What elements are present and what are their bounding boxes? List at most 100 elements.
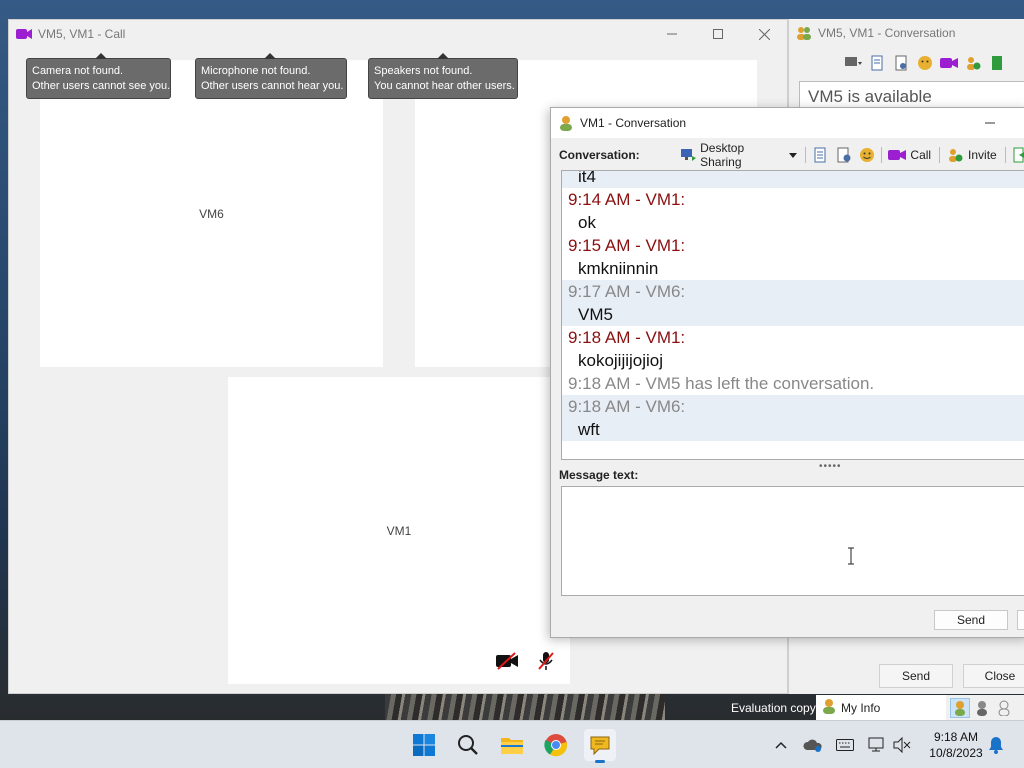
my-info-label: My Info: [841, 700, 881, 715]
file-info-icon[interactable]: [835, 146, 852, 164]
text-cursor-icon: [847, 547, 855, 565]
close-button[interactable]: [741, 20, 787, 48]
toolbar-separator: [1004, 147, 1006, 163]
busy-status-icon[interactable]: [972, 698, 992, 718]
leave-icon[interactable]: [988, 54, 1006, 72]
invite-icon[interactable]: [964, 54, 982, 72]
pane-splitter[interactable]: •••••: [819, 461, 842, 472]
video-call-icon: [888, 146, 907, 164]
chat-message-header: 9:18 AM - VM1:: [568, 328, 686, 347]
onedrive-icon[interactable]: [802, 735, 824, 755]
chrome-button[interactable]: [540, 729, 572, 761]
chat-message-header: 9:17 AM - VM6:: [562, 280, 1024, 303]
chat-message-text: kokojijijojioj: [578, 351, 664, 370]
chat-message-text: VM5: [562, 303, 1024, 326]
screen-share-icon[interactable]: [844, 54, 862, 72]
tooltip-line: You cannot hear other users.: [374, 80, 515, 92]
file-explorer-button[interactable]: [496, 729, 528, 761]
conversation-label: Conversation:: [559, 148, 640, 162]
tooltip-line: Camera not found.: [32, 65, 124, 77]
conversation-minimize-button[interactable]: [975, 108, 1005, 138]
send-button[interactable]: Send: [934, 610, 1008, 630]
chat-history[interactable]: it4 9:14 AM - VM1: ok 9:15 AM - VM1: kmk…: [561, 170, 1024, 460]
message-text-label: Message text:: [559, 468, 639, 482]
microphone-off-icon[interactable]: [533, 650, 559, 672]
chevron-down-icon: [788, 148, 797, 162]
chat-message-text: ok: [578, 213, 596, 232]
chat-message-text: wft: [562, 418, 1024, 441]
leave-conversation-icon[interactable]: [1012, 146, 1024, 164]
camera-off-icon[interactable]: [494, 650, 520, 672]
desktop-sharing-dropdown[interactable]: Desktop Sharing: [679, 141, 797, 169]
video-call-icon[interactable]: [940, 54, 958, 72]
chevron-up-icon[interactable]: [772, 735, 790, 755]
toolbar-separator: [804, 147, 806, 163]
evaluation-copy-label: Evaluation copy: [731, 701, 816, 715]
document-icon[interactable]: [868, 54, 886, 72]
desktop-wallpaper: [385, 694, 665, 720]
my-info-icon: [822, 698, 836, 717]
emoticon-icon[interactable]: [858, 146, 875, 164]
minimize-button[interactable]: [649, 20, 695, 48]
messenger-app-button[interactable]: [584, 729, 616, 763]
group-conversation-titlebar[interactable]: VM5, VM1 - Conversation: [789, 19, 1024, 47]
invite-label: Invite: [968, 148, 997, 162]
tooltip-line: Other users cannot hear you.: [201, 80, 344, 92]
taskbar: 9:18 AM 10/8/2023: [0, 720, 1024, 768]
call-button[interactable]: Call: [888, 146, 931, 164]
chat-message-header: 9:14 AM - VM1:: [568, 190, 686, 209]
video-camera-icon: [16, 26, 32, 42]
conversation-title: VM1 - Conversation: [580, 116, 687, 130]
system-clock[interactable]: 9:18 AM 10/8/2023: [925, 729, 987, 761]
clock-time: 9:18 AM: [933, 730, 979, 744]
tile-label: VM1: [386, 523, 412, 538]
chat-system-message: 9:18 AM - VM5 has left the conversation.: [568, 374, 875, 393]
keyboard-icon[interactable]: [834, 735, 856, 755]
group-send-button[interactable]: Send: [879, 664, 953, 688]
maximize-button[interactable]: [695, 20, 741, 48]
notification-bell-icon[interactable]: [986, 735, 1006, 755]
desktop-sharing-label: Desktop Sharing: [700, 141, 745, 169]
tooltip-line: Speakers not found.: [374, 65, 473, 77]
clock-date: 10/8/2023: [929, 746, 983, 760]
group-conversation-toolbar: [844, 54, 1006, 72]
start-button[interactable]: [408, 729, 440, 761]
call-label: Call: [910, 148, 932, 162]
invite-icon: [946, 146, 964, 164]
tile-label: VM6: [199, 206, 224, 221]
toolbar-separator: [881, 147, 883, 163]
network-icon[interactable]: [866, 735, 888, 755]
invite-button[interactable]: Invite: [946, 146, 997, 164]
call-window-title: VM5, VM1 - Call: [38, 27, 126, 41]
camera-warning-tooltip: Camera not found. Other users cannot see…: [26, 53, 171, 99]
file-info-icon[interactable]: [892, 54, 910, 72]
speakers-warning-tooltip: Speakers not found. You cannot hear othe…: [368, 53, 518, 99]
message-input[interactable]: [561, 486, 1024, 596]
chat-message-text: kmkniinnin: [578, 259, 659, 278]
chat-message-header: 9:15 AM - VM1:: [568, 236, 686, 255]
secondary-button[interactable]: [1017, 610, 1024, 630]
offline-status-icon[interactable]: [994, 698, 1014, 718]
video-tile-vm1: VM1: [228, 377, 570, 684]
available-status-icon[interactable]: [950, 697, 970, 718]
conversation-toolbar: Conversation: Desktop Sharing Call Invit…: [559, 141, 1024, 169]
chat-message-text: it4: [562, 171, 1024, 188]
user-icon: [558, 115, 574, 131]
group-close-button[interactable]: Close: [963, 664, 1024, 688]
volume-muted-icon[interactable]: [892, 735, 912, 755]
tooltip-line: Microphone not found.: [201, 65, 311, 77]
desktop-sharing-icon: [679, 146, 696, 164]
toolbar-separator: [939, 147, 941, 163]
microphone-warning-tooltip: Microphone not found. Other users cannot…: [195, 53, 347, 99]
search-button[interactable]: [452, 729, 484, 761]
presence-status-strip: [946, 695, 1024, 720]
conversation-window: VM1 - Conversation Conversation: Desktop…: [550, 107, 1024, 638]
tooltip-line: Other users cannot see you.: [32, 80, 171, 92]
conversation-titlebar[interactable]: VM1 - Conversation: [551, 108, 1024, 138]
call-titlebar[interactable]: VM5, VM1 - Call: [9, 20, 787, 48]
group-conversation-title: VM5, VM1 - Conversation: [818, 26, 956, 40]
people-icon: [796, 25, 812, 41]
document-icon[interactable]: [812, 146, 829, 164]
emoticon-icon[interactable]: [916, 54, 934, 72]
my-info-button[interactable]: My Info: [816, 695, 946, 720]
